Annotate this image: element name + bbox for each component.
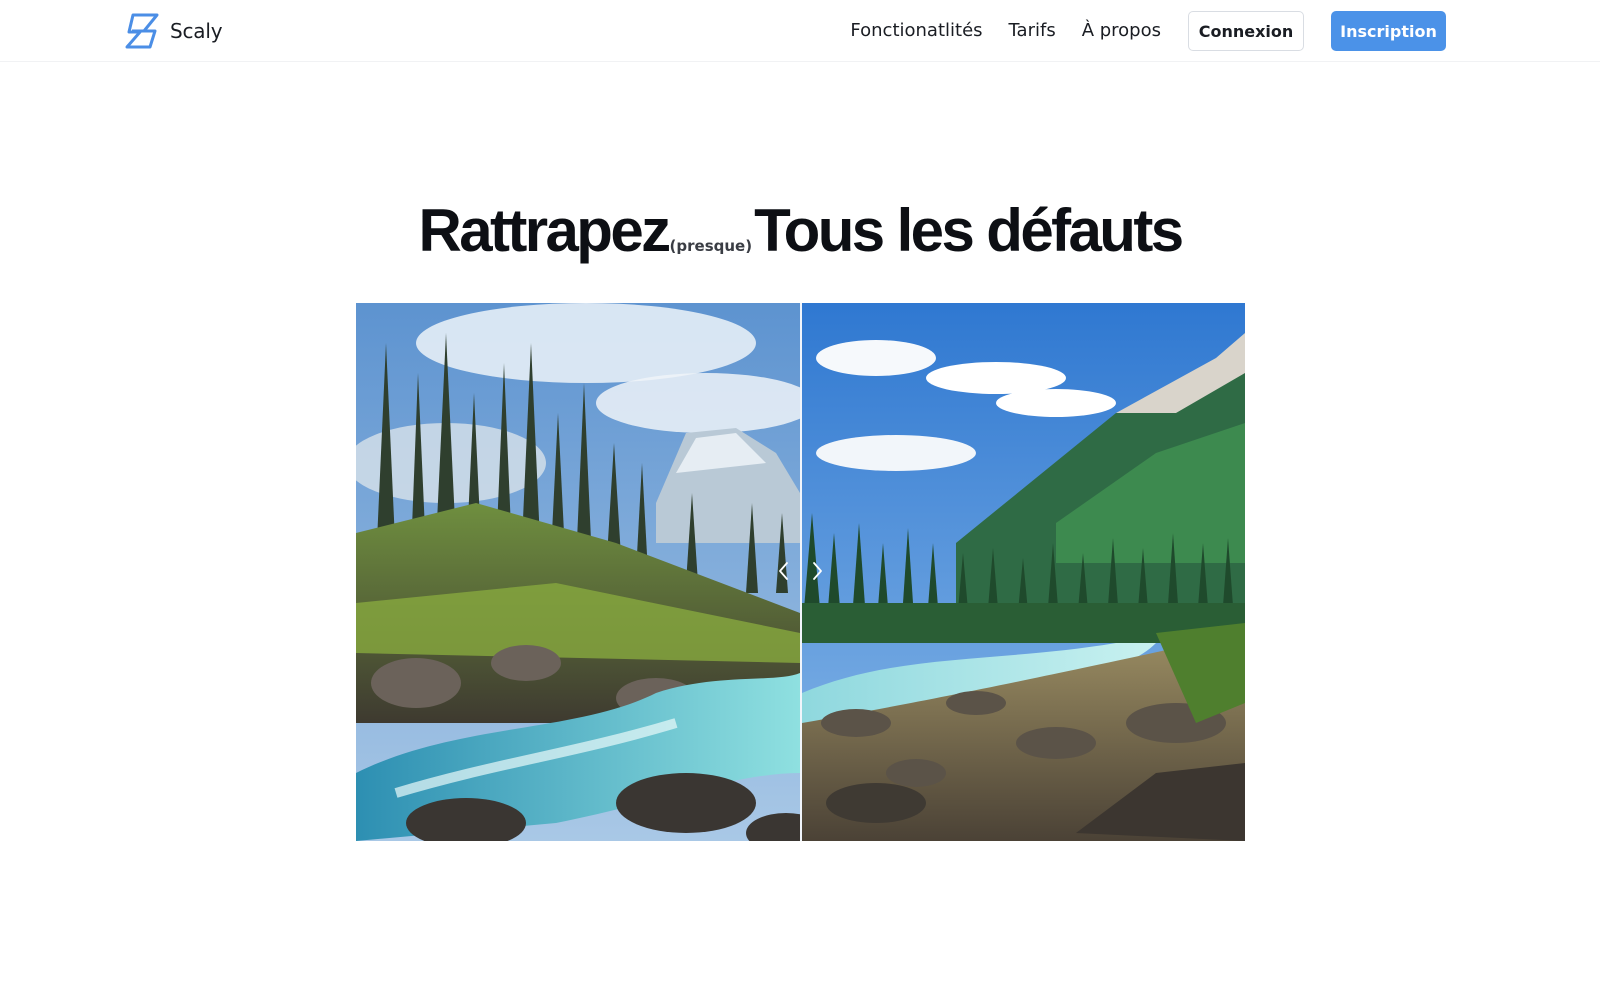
lightning-s-logo-icon xyxy=(125,13,159,49)
nav-link-features[interactable]: Fonctionatlités xyxy=(850,11,982,51)
brand-logo-link[interactable]: Scaly xyxy=(124,12,223,50)
main-nav: Fonctionatlités Tarifs À propos Connexio… xyxy=(850,11,1446,51)
nav-link-about[interactable]: À propos xyxy=(1082,11,1161,51)
login-button[interactable]: Connexion xyxy=(1188,11,1304,51)
nav-link-pricing[interactable]: Tarifs xyxy=(1009,11,1056,51)
brand-name: Scaly xyxy=(170,19,223,43)
hero-title: Rattrapez(presque)Tous les défauts xyxy=(0,196,1600,265)
comparison-divider[interactable] xyxy=(800,303,802,841)
hero-title-part2: Tous les défauts xyxy=(754,197,1184,264)
hero-title-small: (presque) xyxy=(669,237,753,255)
before-after-comparison[interactable] xyxy=(356,303,1245,841)
chevron-left-icon[interactable] xyxy=(776,560,792,582)
chevron-right-icon[interactable] xyxy=(809,560,825,582)
signup-button[interactable]: Inscription xyxy=(1331,11,1446,51)
hero-title-part1: Rattrapez xyxy=(418,197,672,264)
top-navbar: Scaly Fonctionatlités Tarifs À propos Co… xyxy=(0,0,1600,62)
